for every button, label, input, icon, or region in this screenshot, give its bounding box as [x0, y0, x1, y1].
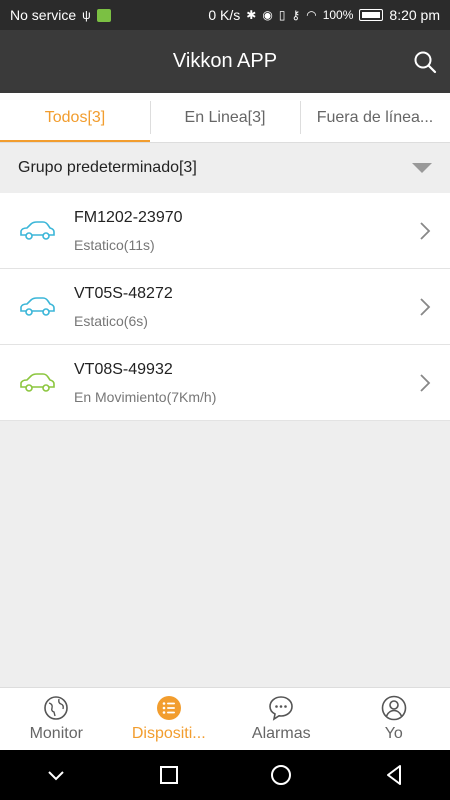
calendar-icon	[96, 8, 111, 22]
device-name: VT05S-48272	[74, 284, 173, 302]
device-name: VT08S-49932	[74, 360, 173, 378]
nav-alarmas[interactable]: Alarmas	[225, 688, 338, 750]
chevron-right-icon	[420, 297, 431, 316]
device-row[interactable]: FM1202-23970 Estatico(11s)	[0, 193, 450, 269]
nav-label: Dispositi...	[131, 725, 206, 742]
status-bar: No service ψ 0 K/s ✱ ◉ ▯ ⚷ ◠ 100% 8:20 p…	[0, 0, 450, 30]
clock: 8:20 pm	[389, 7, 440, 23]
usb-icon: ψ	[82, 8, 91, 22]
nav-label: Monitor	[29, 725, 83, 742]
back-triangle-icon[interactable]	[380, 761, 408, 789]
list-icon	[156, 696, 181, 720]
device-list: FM1202-23970 Estatico(11s) VT05S-48272 E…	[0, 193, 450, 421]
wifi-icon: ◠	[306, 8, 317, 22]
filter-tabs: Todos[3] En Linea[3] Fuera de línea...	[0, 93, 450, 143]
app-title: Vikkon APP	[172, 50, 278, 72]
bottom-nav: Monitor Dispositi... Alarmas Yo	[0, 687, 450, 750]
device-status: En Movimiento(7Km/h)	[74, 388, 217, 405]
globe-icon	[44, 696, 69, 720]
chevron-down-icon[interactable]	[42, 761, 70, 789]
tab-en-linea[interactable]: En Linea[3]	[150, 93, 300, 142]
battery-text: 100%	[322, 8, 354, 22]
device-row[interactable]: VT05S-48272 Estatico(6s)	[0, 269, 450, 345]
chevron-right-icon	[420, 221, 431, 240]
device-row[interactable]: VT08S-49932 En Movimiento(7Km/h)	[0, 345, 450, 421]
group-label: Grupo predeterminado[3]	[18, 159, 197, 176]
chat-icon	[269, 696, 294, 721]
nav-label: Alarmas	[251, 725, 311, 742]
device-status: Estatico(6s)	[74, 312, 148, 329]
chevron-right-icon	[420, 373, 431, 392]
nav-yo[interactable]: Yo	[338, 688, 450, 750]
user-icon	[381, 695, 407, 721]
car-icon	[20, 220, 55, 240]
group-header[interactable]: Grupo predeterminado[3]	[0, 144, 450, 192]
system-nav-bar	[0, 750, 450, 800]
battery-icon	[359, 9, 384, 21]
nav-dispositivos[interactable]: Dispositi...	[113, 688, 226, 750]
network-speed: 0 K/s	[208, 7, 241, 23]
app-bar: Vikkon APP	[0, 30, 450, 93]
car-icon	[20, 372, 55, 392]
caret-down-icon	[412, 163, 432, 173]
tab-fuera-de-linea[interactable]: Fuera de línea...	[300, 93, 450, 142]
location-icon: ◉	[262, 8, 273, 22]
device-status: Estatico(11s)	[74, 236, 155, 253]
nav-monitor[interactable]: Monitor	[0, 688, 113, 750]
tab-todos[interactable]: Todos[3]	[0, 93, 150, 142]
recents-square-icon[interactable]	[155, 761, 183, 789]
key-icon: ⚷	[291, 8, 301, 22]
home-circle-icon[interactable]	[267, 761, 295, 789]
nav-label: Yo	[384, 725, 403, 742]
vibrate-icon: ▯	[278, 8, 286, 22]
device-name: FM1202-23970	[74, 208, 183, 226]
search-icon[interactable]	[412, 49, 438, 75]
carrier-text: No service	[10, 7, 77, 23]
car-icon	[20, 296, 55, 316]
bluetooth-icon: ✱	[246, 8, 257, 22]
